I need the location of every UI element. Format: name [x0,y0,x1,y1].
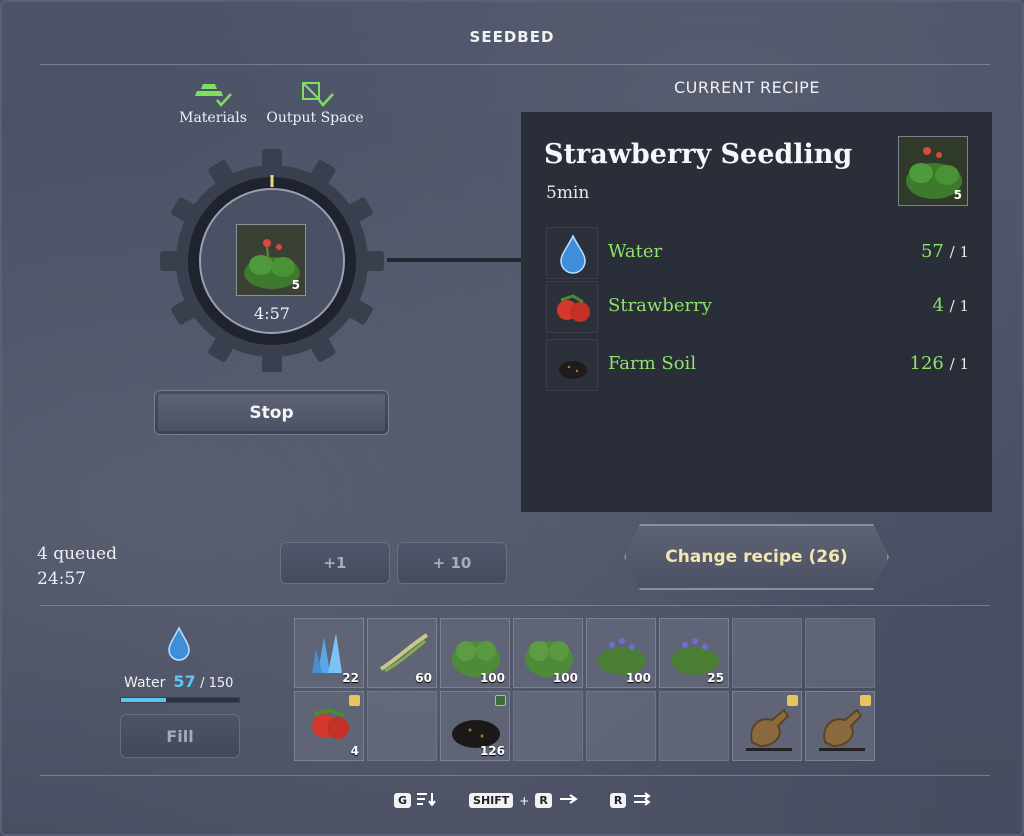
queue-info: 4 queued 24:57 [37,542,117,592]
window-title: SEEDBED [469,28,555,46]
inventory-slot-empty[interactable] [659,691,729,761]
strawberry-icon [546,281,598,333]
sellable-badge-icon [787,695,798,706]
crafting-time: 4:57 [254,304,290,323]
materials-check-icon [193,80,233,108]
recipe-output-count: 5 [953,188,962,202]
divider-middle [40,605,990,606]
slot-count: 4 [350,744,359,758]
inventory-slot-empty[interactable] [732,618,802,688]
slot-count: 126 [479,744,505,758]
slot-count: 100 [552,671,578,685]
materials-status: Materials [178,80,248,126]
placeable-badge-icon [495,695,506,706]
inventory-slot-empty[interactable] [586,691,656,761]
inventory-slot[interactable]: 4 [294,691,364,761]
arrow-right-icon [558,793,580,808]
queued-total-time: 24:57 [37,569,86,589]
plus-sign: + [519,793,530,808]
inventory-slot[interactable] [732,691,802,761]
recipe-panel: Strawberry Seedling 5min 5 Water 57 / 1 … [521,112,992,512]
shift-key: SHIFT [469,793,514,808]
recipe-output-slot: 5 [898,136,968,206]
ingredient-row: Farm Soil 126 / 1 [544,339,969,391]
materials-label: Materials [179,110,247,126]
inventory-slot[interactable]: 60 [367,618,437,688]
ingredient-qty: 4 / 1 [932,295,969,316]
inventory-slot[interactable]: 100 [513,618,583,688]
water-level-bar [120,697,240,703]
fill-button[interactable]: Fill [120,714,240,758]
output-space-status: Output Space [264,80,366,126]
slot-count: 100 [479,671,505,685]
recipe-duration: 5min [546,183,590,203]
slot-count: 60 [415,671,432,685]
inventory-slot[interactable]: 100 [586,618,656,688]
ingredient-name: Water [608,241,663,262]
slot-count: 100 [625,671,651,685]
ingredient-row: Water 57 / 1 [544,227,969,279]
sellable-badge-icon [349,695,360,706]
r-key-transfer: R [609,793,627,808]
water-level-fill [121,698,166,702]
connector-line [387,258,521,262]
inventory-slot[interactable]: 100 [440,618,510,688]
add-one-button[interactable]: +1 [280,542,390,584]
add-ten-button[interactable]: + 10 [397,542,507,584]
sort-icon [417,792,437,809]
inventory-slot-empty[interactable] [805,618,875,688]
seedbed-window: SEEDBED Materials Output Space 5 4:57 St… [0,0,1024,836]
crafting-item-slot: 5 [236,224,306,296]
current-recipe-header: CURRENT RECIPE [674,78,820,97]
output-space-label: Output Space [266,110,364,126]
ingredient-qty: 57 / 1 [920,241,969,262]
transfer-all-icon [632,792,654,809]
ingredient-name: Strawberry [608,295,712,316]
change-recipe-button[interactable]: Change recipe (26) [624,524,889,590]
inventory-slot[interactable]: 25 [659,618,729,688]
inventory-slot[interactable] [805,691,875,761]
recipe-name: Strawberry Seedling [544,139,853,170]
hotkey-bar: G SHIFT + R R [394,792,654,809]
water-drop-icon [165,626,193,666]
sellable-badge-icon [860,695,871,706]
inventory-slot-empty[interactable] [513,691,583,761]
slot-count: 25 [707,671,724,685]
inventory-slot[interactable]: 22 [294,618,364,688]
ingredient-row: Strawberry 4 / 1 [544,281,969,333]
sort-key: G [394,793,412,808]
ingredient-name: Farm Soil [608,353,697,374]
divider-bottom [40,775,990,776]
crafting-item-count: 5 [291,278,300,292]
water-drop-icon [546,227,598,279]
farm-soil-icon [546,339,598,391]
divider-top [40,64,990,65]
inventory-slot-empty[interactable] [367,691,437,761]
queued-count: 4 queued [37,544,118,564]
water-level-label: Water 57 / 150 [124,672,234,691]
ingredient-qty: 126 / 1 [909,353,969,374]
r-key: R [535,793,552,808]
output-check-icon [295,80,335,108]
slot-count: 22 [342,671,359,685]
stop-button[interactable]: Stop [154,390,389,435]
inventory-slot[interactable]: 126 [440,691,510,761]
